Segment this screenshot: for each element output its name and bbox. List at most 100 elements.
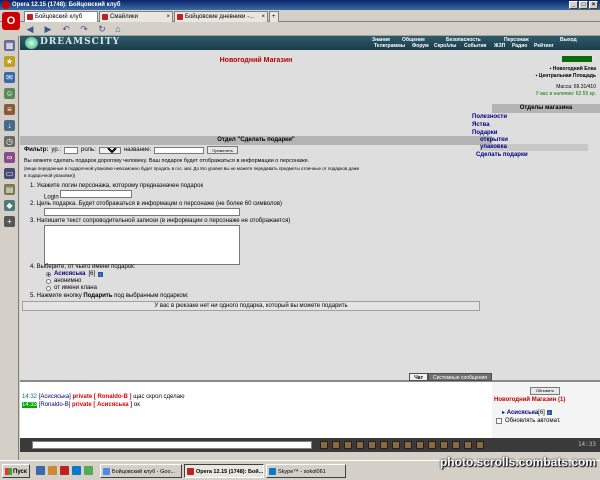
dept-gifts[interactable]: Подарки <box>472 130 497 137</box>
help-icon[interactable] <box>464 441 472 449</box>
translit-icon[interactable] <box>368 441 376 449</box>
from-option-anonymous[interactable]: анонимно <box>46 278 103 285</box>
mail-chat-icon[interactable] <box>416 441 424 449</box>
add-panel-icon[interactable]: + <box>4 216 15 227</box>
chat-recipient[interactable]: [ Асисяська ] <box>93 402 132 408</box>
chat-private-tag[interactable]: private <box>72 402 92 408</box>
tab-fight-club[interactable]: Бойцовский клуб <box>24 11 98 22</box>
dept-make-gifts[interactable]: Сделать подарки <box>476 152 528 159</box>
tab-close-icon[interactable]: × <box>166 12 170 22</box>
quick-launch-desktop-icon[interactable] <box>84 466 93 475</box>
section-header: Отдел "Сделать подарки" <box>20 136 492 145</box>
quick-launch-ie-icon[interactable] <box>36 466 45 475</box>
tab-close-icon[interactable]: × <box>261 12 265 22</box>
opera-menu-button[interactable]: O <box>2 12 20 30</box>
quick-launch-skype-icon[interactable] <box>72 466 81 475</box>
chat-time[interactable]: 14:32 <box>22 394 37 400</box>
fast-forward-icon[interactable]: ↷ <box>78 24 90 34</box>
dept-food[interactable]: Яства <box>472 122 490 129</box>
send-icon[interactable] <box>320 441 328 449</box>
sound-icon[interactable] <box>392 441 400 449</box>
exit-chat-icon[interactable] <box>476 441 484 449</box>
dept-postcards[interactable]: открытки <box>480 137 508 144</box>
online-user[interactable]: ▸ Асисяська[6] i <box>502 409 552 416</box>
tab-smileys[interactable]: Смайлики × <box>99 11 173 22</box>
chat-message-input[interactable] <box>32 441 312 449</box>
mail-icon[interactable]: ✉ <box>4 72 15 83</box>
info-icon[interactable]: i <box>98 272 104 277</box>
checkbox-icon[interactable] <box>496 418 502 424</box>
tab-system-messages[interactable]: Системные сообщения <box>428 373 492 381</box>
from-option-self[interactable]: Асисяська [6] i <box>46 271 104 278</box>
links-icon[interactable]: ∞ <box>4 152 15 163</box>
from-option-clan[interactable]: от имени клана <box>46 285 103 292</box>
game-logo: DREAMSCITY <box>40 37 121 47</box>
refresh-button[interactable]: Обновить <box>530 387 560 395</box>
stop-icon[interactable] <box>380 441 388 449</box>
apply-filter-button[interactable]: Применить <box>207 146 238 154</box>
clear-icon[interactable] <box>332 441 340 449</box>
chat-sender[interactable]: [Асисяська] <box>39 394 71 400</box>
level-input[interactable] <box>64 146 78 154</box>
downloads-icon[interactable]: ↓ <box>4 120 15 131</box>
filter-icon[interactable] <box>344 441 352 449</box>
chat-private-tag[interactable]: private <box>73 394 93 400</box>
minimize-button[interactable]: _ <box>569 1 578 9</box>
chat-recipient[interactable]: [ Ronaldo-B ] <box>94 394 132 400</box>
color-icon[interactable] <box>404 441 412 449</box>
nav-forum[interactable]: Форум <box>412 43 429 49</box>
role-select[interactable]: любая <box>98 146 121 154</box>
widgets-icon[interactable]: ◆ <box>4 200 15 211</box>
online-user-nick[interactable]: Асисяська <box>507 410 538 416</box>
nav-scrolls[interactable]: Скрολлы <box>434 43 456 49</box>
login-input[interactable] <box>60 190 133 198</box>
maximize-button[interactable]: □ <box>579 1 588 9</box>
quick-launch-opera-icon[interactable] <box>60 466 69 475</box>
reload-icon[interactable]: ↻ <box>96 24 108 34</box>
nav-events[interactable]: События <box>464 43 486 49</box>
back-icon[interactable]: ◀ <box>24 24 36 34</box>
panels-icon[interactable]: ▤ <box>4 184 15 195</box>
nav-exit[interactable]: Выход <box>560 37 577 43</box>
settings-icon[interactable] <box>452 441 460 449</box>
clan-icon[interactable] <box>440 441 448 449</box>
info-icon[interactable]: i <box>546 410 552 415</box>
friends-icon[interactable] <box>428 441 436 449</box>
rewind-icon[interactable]: ↶ <box>60 24 72 34</box>
smiley-icon[interactable] <box>356 441 364 449</box>
nav-zhzp[interactable]: ЖЗП <box>494 43 505 49</box>
name-filter-input[interactable] <box>154 146 205 154</box>
notes-icon[interactable]: ≡ <box>4 104 15 115</box>
tab-chat[interactable]: Чат <box>409 373 429 381</box>
gift-purpose-input[interactable] <box>44 208 240 216</box>
task-opera[interactable]: Opera 12.15 (1748): Бой... <box>184 464 264 478</box>
history-icon[interactable]: ◷ <box>4 136 15 147</box>
close-button[interactable]: × <box>589 1 598 9</box>
task-fight-club-chrome[interactable]: Бойцовский клуб - Goo... <box>100 464 182 478</box>
start-button[interactable]: Пуск <box>2 464 30 478</box>
home-icon[interactable]: ⌂ <box>112 24 124 34</box>
step-5: 5. Нажмите кнопку Подарить под выбранным… <box>30 293 189 300</box>
windows-icon[interactable]: ▭ <box>4 168 15 179</box>
tab-fight-diaries[interactable]: Бойцовские дневники -... × <box>174 11 268 22</box>
gift-note-textarea[interactable] <box>44 225 240 265</box>
dept-packaging[interactable]: упаковка <box>480 144 588 151</box>
speed-dial-icon[interactable]: ▦ <box>4 40 15 51</box>
nav-telegrams[interactable]: Телеграммы <box>374 43 405 49</box>
chat-time[interactable]: 14:33 <box>22 402 38 408</box>
dept-useful[interactable]: Полезности <box>472 114 507 121</box>
auto-update-toggle[interactable]: Обновлять автомат. <box>496 418 561 424</box>
contacts-icon[interactable]: ☺ <box>4 88 15 99</box>
location-link-square[interactable]: ▪ Центральная Площадь <box>536 73 596 79</box>
new-tab-button[interactable]: + <box>269 11 279 22</box>
bookmarks-icon[interactable]: ★ <box>4 56 15 67</box>
quick-launch-folder-icon[interactable] <box>48 466 57 475</box>
chat-sender[interactable]: [Ronaldo-B] <box>39 402 71 408</box>
nav-rating[interactable]: Рейтинг <box>534 43 554 49</box>
nav-radio[interactable]: Радио <box>512 43 527 49</box>
tab-label: Бойцовские дневники -... <box>185 14 255 20</box>
private-icon[interactable]: ▸ <box>502 410 505 416</box>
task-skype[interactable]: Skype™ - sokol061 <box>266 464 346 478</box>
forward-icon[interactable]: ▶ <box>42 24 54 34</box>
location-link-tree[interactable]: ▪ Новогодний Елка <box>550 66 596 72</box>
